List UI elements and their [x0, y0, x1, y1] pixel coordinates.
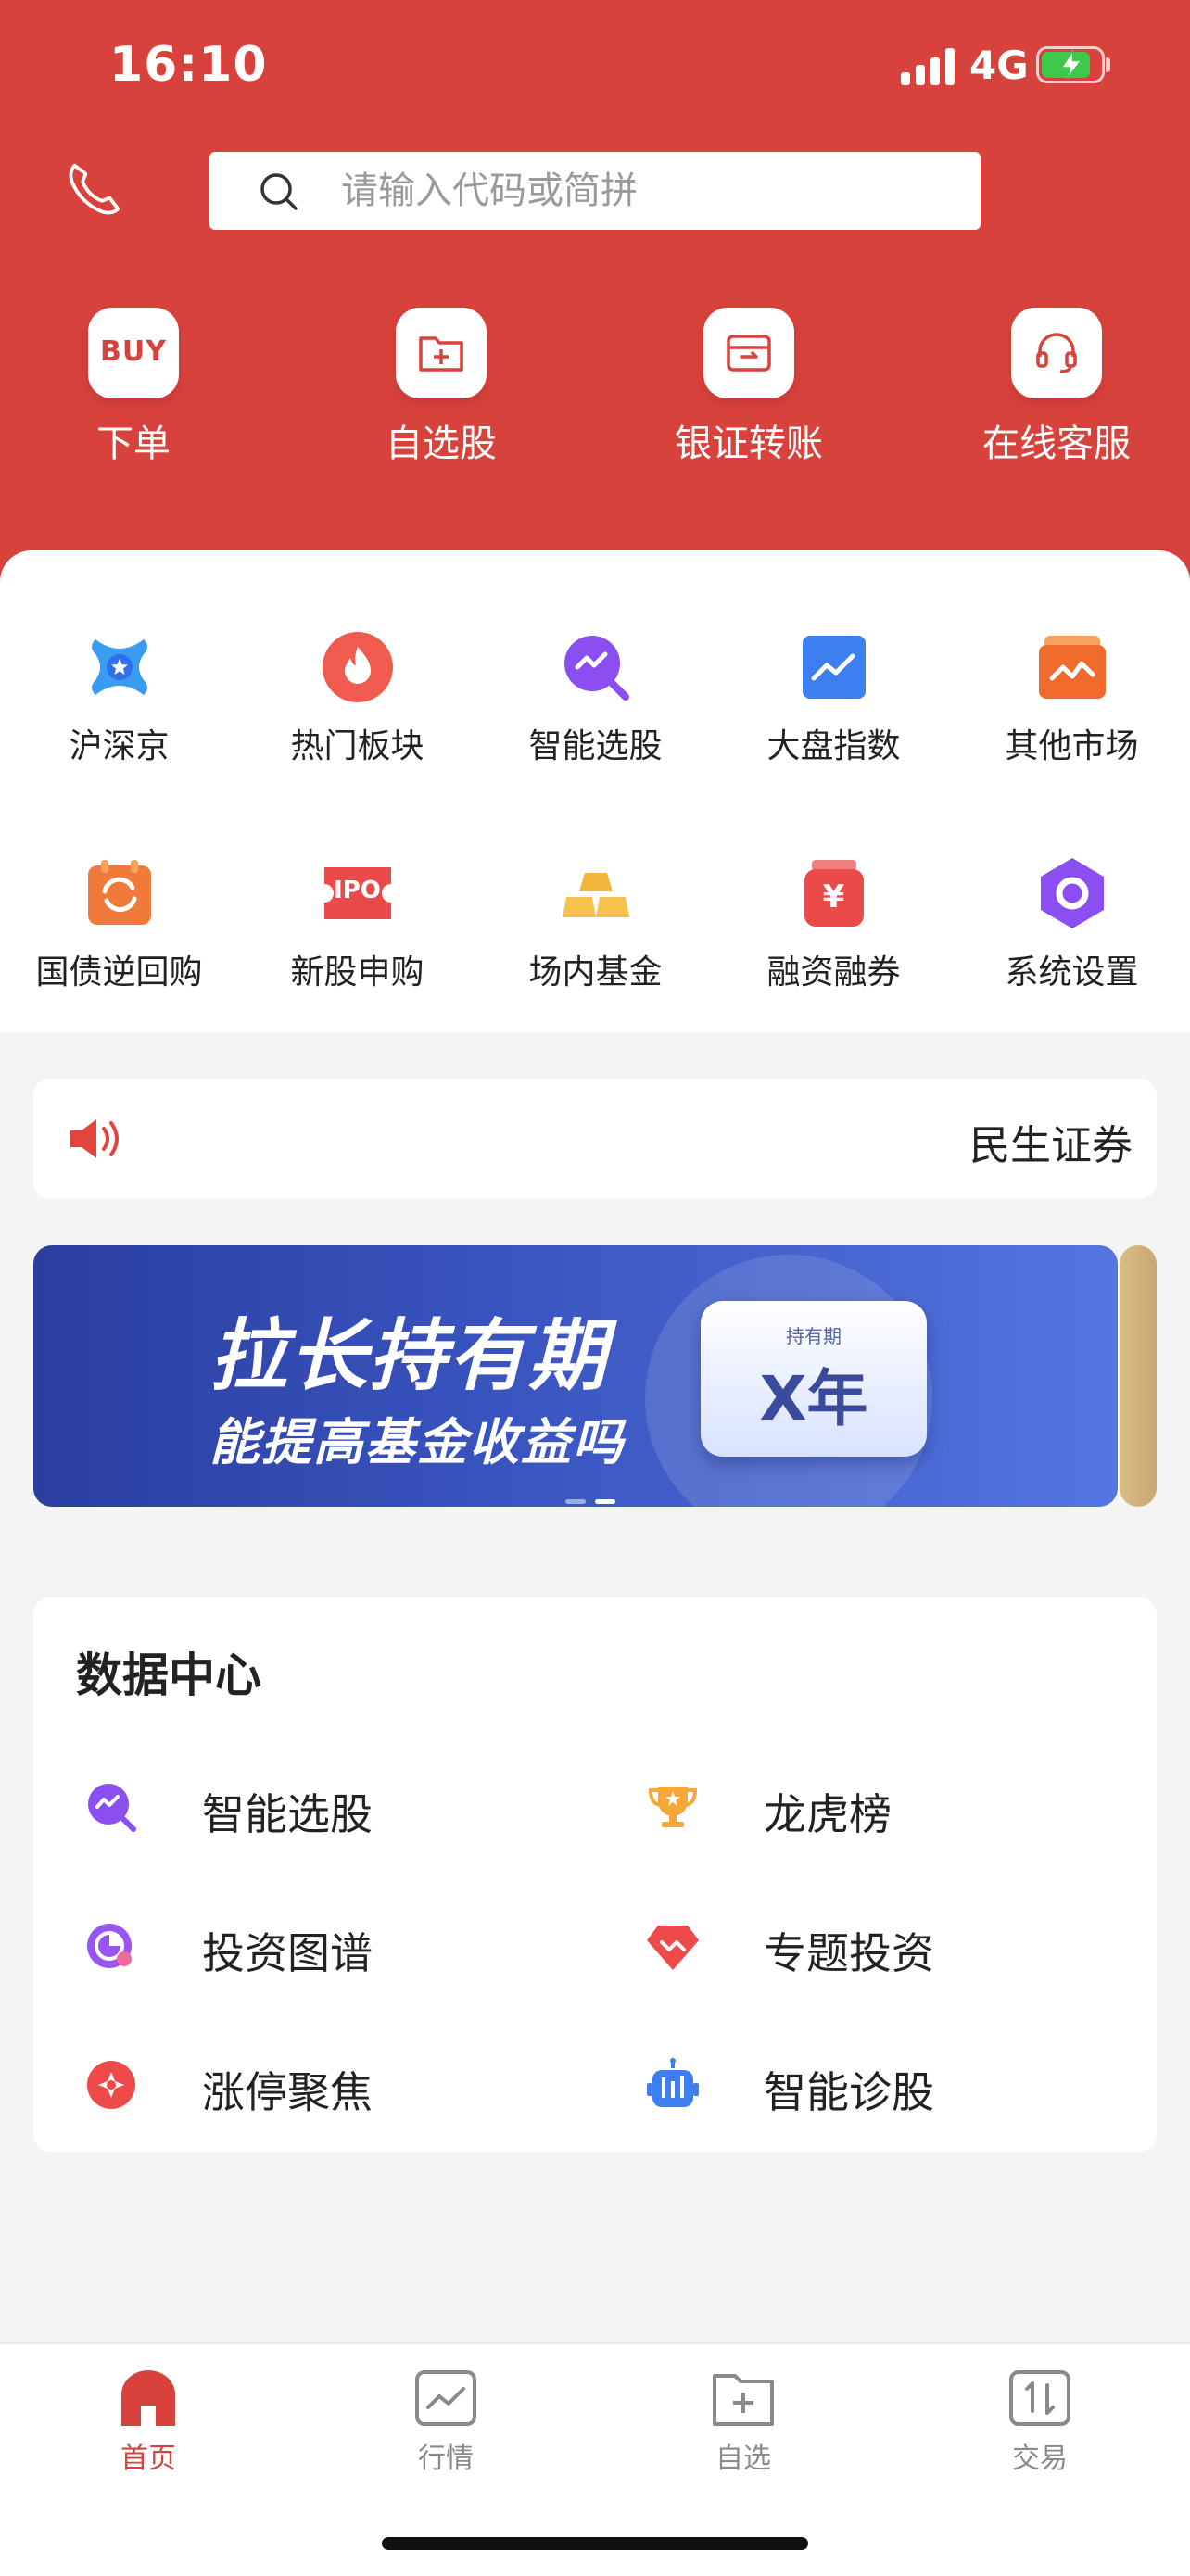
home-indicator[interactable]	[382, 2537, 808, 2550]
grid-item-label: 大盘指数	[766, 727, 901, 765]
grid-item-label: 热门板块	[290, 727, 424, 765]
folder-plus-icon	[713, 2374, 774, 2426]
quick-action-buy[interactable]: BUY 下单	[22, 308, 245, 474]
notice-text: 民生证券	[969, 1122, 1133, 1169]
buy-icon: BUY	[88, 308, 179, 398]
quick-action-label: 银证转账	[675, 423, 823, 465]
tab-trade[interactable]: 交易	[947, 2368, 1133, 2476]
search-bar[interactable]	[209, 152, 981, 230]
speaker-icon	[70, 1119, 119, 1158]
data-item-label: 投资图谱	[202, 1928, 373, 1978]
grid-item-smart-picker[interactable]: 智能选股	[476, 630, 715, 815]
badge-small-text: 持有期	[786, 1325, 842, 1347]
trade-icon	[1009, 2370, 1070, 2426]
search-input[interactable]	[341, 152, 934, 230]
grid-item-label: 智能选股	[528, 727, 663, 765]
battery-tip	[1106, 57, 1110, 72]
quick-action-watchlist[interactable]: 自选股	[330, 308, 552, 474]
data-center-card: 数据中心 智能选股 龙虎榜 投资图谱 专题投资 涨停聚焦 智能诊股	[33, 1597, 1157, 2152]
repo-icon	[87, 860, 151, 925]
robot-icon	[647, 2058, 699, 2107]
data-item-invest-graph[interactable]: 投资图谱	[83, 1909, 602, 1983]
data-item-label: 专题投资	[764, 1928, 934, 1978]
grid-item-index[interactable]: 大盘指数	[715, 630, 953, 815]
star-x-icon	[91, 639, 147, 695]
grid-item-margin[interactable]: ¥ 融资融券	[715, 856, 953, 1042]
quick-action-label: 下单	[96, 423, 171, 465]
phone-icon[interactable]	[61, 158, 126, 222]
diamond-icon	[647, 1926, 699, 1970]
headset-icon	[1036, 333, 1077, 373]
data-item-smart-diagnosis[interactable]: 智能诊股	[645, 2048, 1164, 2122]
quick-action-transfer[interactable]: 银证转账	[638, 308, 860, 474]
tab-label: 首页	[120, 2443, 176, 2475]
search-icon	[260, 173, 298, 210]
banner-subheadline: 能提高基金收益吗	[209, 1413, 625, 1471]
quick-action-label: 自选股	[386, 423, 497, 465]
charging-bolt-icon	[1060, 48, 1083, 80]
grid-item-other-markets[interactable]: 其他市场	[953, 630, 1190, 815]
trend-chart-icon	[802, 636, 866, 699]
data-item-smart-picker[interactable]: 智能选股	[83, 1770, 602, 1844]
promo-banner[interactable]: 拉长持有期 能提高基金收益吗 持有期 X年	[33, 1245, 1118, 1507]
trophy-icon	[648, 1787, 698, 1827]
grid-item-label: 场内基金	[528, 953, 663, 991]
grid-item-label: 融资融券	[766, 953, 901, 991]
tab-watchlist[interactable]: 自选	[651, 2368, 836, 2476]
grid-item-label: 其他市场	[1005, 727, 1139, 765]
home-icon	[121, 2370, 175, 2426]
grid-item-label: 新股申购	[290, 953, 424, 991]
banner-badge: 持有期 X年	[701, 1301, 927, 1457]
gold-bars-icon	[562, 873, 629, 917]
data-item-theme-invest[interactable]: 专题投资	[645, 1909, 1164, 1983]
data-center-title: 数据中心	[76, 1648, 261, 1702]
data-item-limit-up-focus[interactable]: 涨停聚焦	[83, 2048, 602, 2122]
badge-big-text: X年	[759, 1363, 868, 1434]
grid-item-reverse-repo[interactable]: 国债逆回购	[0, 856, 238, 1042]
next-banner-peek[interactable]	[1120, 1245, 1157, 1507]
status-time: 16:10	[109, 37, 268, 93]
function-grid: 沪深京 热门板块 智能选股 大盘指数 其他市场 国债逆回购 IPO 新股申购 场…	[0, 550, 1190, 1032]
quick-action-service[interactable]: 在线客服	[945, 308, 1168, 474]
tab-label: 交易	[1012, 2443, 1068, 2475]
flame-icon	[322, 632, 393, 702]
grid-item-label: 国债逆回购	[35, 953, 203, 991]
grid-item-label: 系统设置	[1005, 953, 1139, 991]
tab-market[interactable]: 行情	[353, 2368, 538, 2476]
market-icon	[1038, 636, 1106, 699]
network-type: 4G	[969, 43, 1029, 88]
smart-search-icon	[88, 1784, 136, 1832]
data-item-label: 智能选股	[202, 1789, 373, 1839]
data-item-label: 龙虎榜	[764, 1789, 892, 1839]
chart-icon	[415, 2370, 476, 2426]
data-item-label: 智能诊股	[764, 2067, 934, 2117]
quick-action-label: 在线客服	[982, 423, 1131, 465]
tab-home[interactable]: 首页	[56, 2368, 241, 2476]
grid-item-label: 沪深京	[69, 727, 170, 765]
data-item-label: 涨停聚焦	[202, 2067, 373, 2117]
tab-label: 行情	[418, 2443, 474, 2475]
grid-item-hot-sectors[interactable]: 热门板块	[238, 630, 476, 815]
settings-icon	[1040, 858, 1104, 928]
tab-label: 自选	[715, 2443, 771, 2475]
ipo-icon: IPO	[321, 856, 395, 930]
data-item-dragon-tiger[interactable]: 龙虎榜	[645, 1770, 1164, 1844]
margin-icon: ¥	[797, 856, 871, 930]
grid-item-settings[interactable]: 系统设置	[953, 856, 1190, 1042]
carousel-dots	[565, 1490, 625, 1507]
wallet-icon	[727, 335, 771, 372]
focus-icon	[87, 2061, 135, 2109]
smart-search-icon	[563, 636, 629, 701]
signal-icon	[901, 48, 958, 85]
grid-item-ipo[interactable]: IPO 新股申购	[238, 856, 476, 1042]
folder-plus-icon	[419, 336, 463, 372]
graph-icon	[87, 1924, 132, 1968]
grid-item-etf[interactable]: 场内基金	[476, 856, 715, 1042]
banner-headline: 拉长持有期	[209, 1310, 609, 1401]
grid-item-hushenjing[interactable]: 沪深京	[0, 630, 238, 815]
status-bar: 16:10 4G	[0, 0, 1190, 139]
notice-bar[interactable]: 民生证券	[33, 1079, 1157, 1199]
